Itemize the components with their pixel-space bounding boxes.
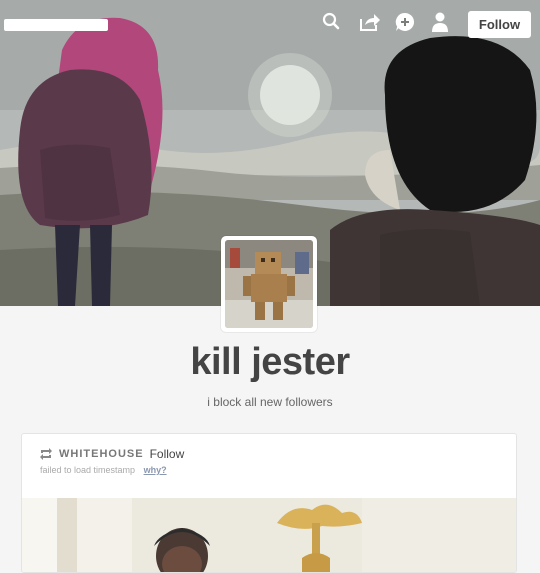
site-logo[interactable] [4, 19, 108, 31]
share-button[interactable] [359, 12, 383, 36]
post-image[interactable] [22, 498, 516, 572]
post-meta: failed to load timestamp why? [40, 465, 167, 475]
follow-button[interactable]: Follow [468, 11, 531, 38]
share-icon [360, 14, 380, 31]
top-bar: Follow [0, 0, 540, 48]
post-card: WHITEHOUSE Follow failed to load timesta… [21, 433, 517, 573]
post-follow-link[interactable]: Follow [150, 447, 185, 461]
post-header: WHITEHOUSE Follow [39, 446, 184, 462]
avatar-image [225, 240, 313, 328]
avatar[interactable] [221, 236, 317, 332]
why-link[interactable]: why? [144, 465, 167, 475]
reblog-username[interactable]: WHITEHOUSE [59, 448, 144, 460]
add-icon [395, 12, 415, 31]
blog-title: kill jester [190, 341, 350, 383]
reblog-icon [40, 448, 52, 460]
post-photo [22, 498, 516, 572]
timestamp-text: failed to load timestamp [40, 465, 136, 475]
user-icon [432, 12, 448, 32]
new-post-button[interactable] [395, 12, 419, 36]
search-button[interactable] [322, 12, 346, 36]
search-icon [322, 12, 340, 30]
account-button[interactable] [431, 12, 455, 36]
blog-description: i block all new followers [207, 395, 333, 409]
